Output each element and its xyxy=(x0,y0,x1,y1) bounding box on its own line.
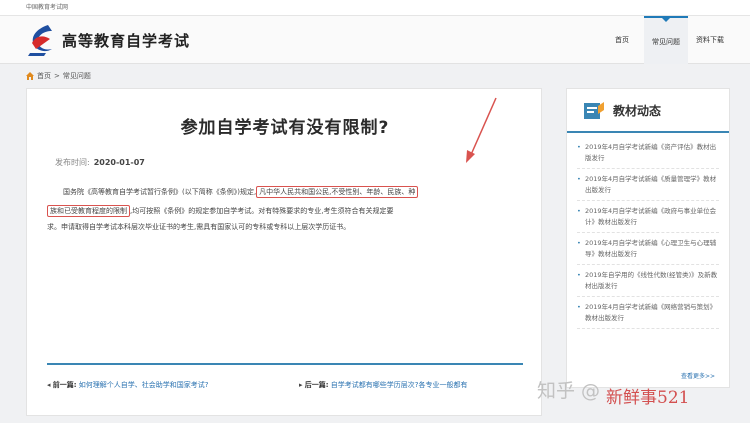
sidebar-header: 教材动态 xyxy=(567,89,729,133)
article-divider xyxy=(47,363,523,365)
next-label: 后一篇: xyxy=(304,381,329,389)
top-bar-text: 中国教育考试网 xyxy=(26,4,69,11)
top-bar: 中国教育考试网 xyxy=(0,0,750,16)
news-icon xyxy=(584,102,604,119)
nav-item-faq[interactable]: 常见问题 xyxy=(644,16,688,64)
prev-article: ◂ 前一篇: 如何理解个人自学、社会助学和国家考试? xyxy=(47,380,209,390)
article-line-3: 求。申请取得自学考试本科层次毕业证书的考生,需具有国家认可的专科或专科以上层次学… xyxy=(47,223,351,231)
site-header: 高等教育自学考试 首页 常见问题 资料下载 xyxy=(0,16,750,64)
next-article-link[interactable]: 自学考试都有哪些学历层次?各专业一般都有 xyxy=(331,381,468,389)
sidebar-title: 教材动态 xyxy=(613,104,662,118)
sidebar-item[interactable]: 2019年4月自学考试新编《网络营销与策划》教材出版发行 xyxy=(577,297,719,329)
highlight-box-2: 族和已受教育程度的限制 xyxy=(47,205,130,217)
site-title: 高等教育自学考试 xyxy=(62,32,191,50)
highlight-box-1: 凡中华人民共和国公民,不受性别、年龄、民族、种 xyxy=(256,186,419,198)
article-line-1: 国务院《高等教育自学考试暂行条例》(以下简称《条例》)规定, 凡中华人民共和国公民… xyxy=(47,185,529,199)
article-body: 国务院《高等教育自学考试暂行条例》(以下简称《条例》)规定, 凡中华人民共和国公民… xyxy=(47,185,529,234)
article-title: 参加自学考试有没有限制? xyxy=(180,118,390,138)
publish-date-value: 2020-01-07 xyxy=(93,158,145,167)
sidebar-item[interactable]: 2019年4月自学考试新编《质量管理学》教材出版发行 xyxy=(577,169,719,201)
sidebar-item[interactable]: 2019年4月自学考试新编《资产评估》教材出版发行 xyxy=(577,137,719,169)
sidebar-item[interactable]: 2019年自学用的《线性代数(经管类)》及新教材出版发行 xyxy=(577,265,719,297)
article-line-2: 族和已受教育程度的限制 ,均可按照《条例》的规定参加自学考试。对有特殊要求的专业,… xyxy=(47,204,529,218)
prev-article-link[interactable]: 如何理解个人自学、社会助学和国家考试? xyxy=(79,381,209,389)
sidebar-item[interactable]: 2019年4月自学考试新编《心理卫生与心理辅导》教材出版发行 xyxy=(577,233,719,265)
publish-date-label: 发布时间: xyxy=(55,158,90,167)
nav-item-downloads[interactable]: 资料下载 xyxy=(688,16,732,64)
sidebar-item[interactable]: 2019年4月自学考试新编《政府与事业单位会计》教材出版发行 xyxy=(577,201,719,233)
breadcrumb-home[interactable]: 首页 xyxy=(37,71,51,81)
textbook-news-sidebar: 教材动态 2019年4月自学考试新编《资产评估》教材出版发行 2019年4月自学… xyxy=(566,88,730,388)
breadcrumb: 首页 > 常见问题 xyxy=(26,70,91,82)
zhihu-watermark: 知乎 @ xyxy=(537,380,601,402)
article-text-1: 国务院《高等教育自学考试暂行条例》(以下简称《条例》)规定, xyxy=(63,188,257,196)
next-article: ▸ 后一篇: 自学考试都有哪些学历层次?各专业一般都有 xyxy=(299,380,468,390)
sidebar-list: 2019年4月自学考试新编《资产评估》教材出版发行 2019年4月自学考试新编《… xyxy=(567,133,729,329)
logo-icon xyxy=(28,25,52,56)
main-nav: 首页 常见问题 资料下载 xyxy=(600,16,732,64)
breadcrumb-current: 常见问题 xyxy=(62,72,91,80)
publish-date: 发布时间: 2020-01-07 xyxy=(55,157,145,168)
article-text-2: ,均可按照《条例》的规定参加自学考试。对有特殊要求的专业,考生须符合有关规定要 xyxy=(130,207,394,215)
breadcrumb-separator: > xyxy=(54,72,60,80)
brand-watermark: 新鲜事521 xyxy=(606,388,690,408)
home-icon xyxy=(26,72,34,80)
prev-label: 前一篇: xyxy=(52,381,77,389)
nav-item-home[interactable]: 首页 xyxy=(600,16,644,64)
view-more-link[interactable]: 查看更多>> xyxy=(681,371,715,380)
article-panel: 参加自学考试有没有限制? 发布时间: 2020-01-07 国务院《高等教育自学考… xyxy=(26,88,542,416)
